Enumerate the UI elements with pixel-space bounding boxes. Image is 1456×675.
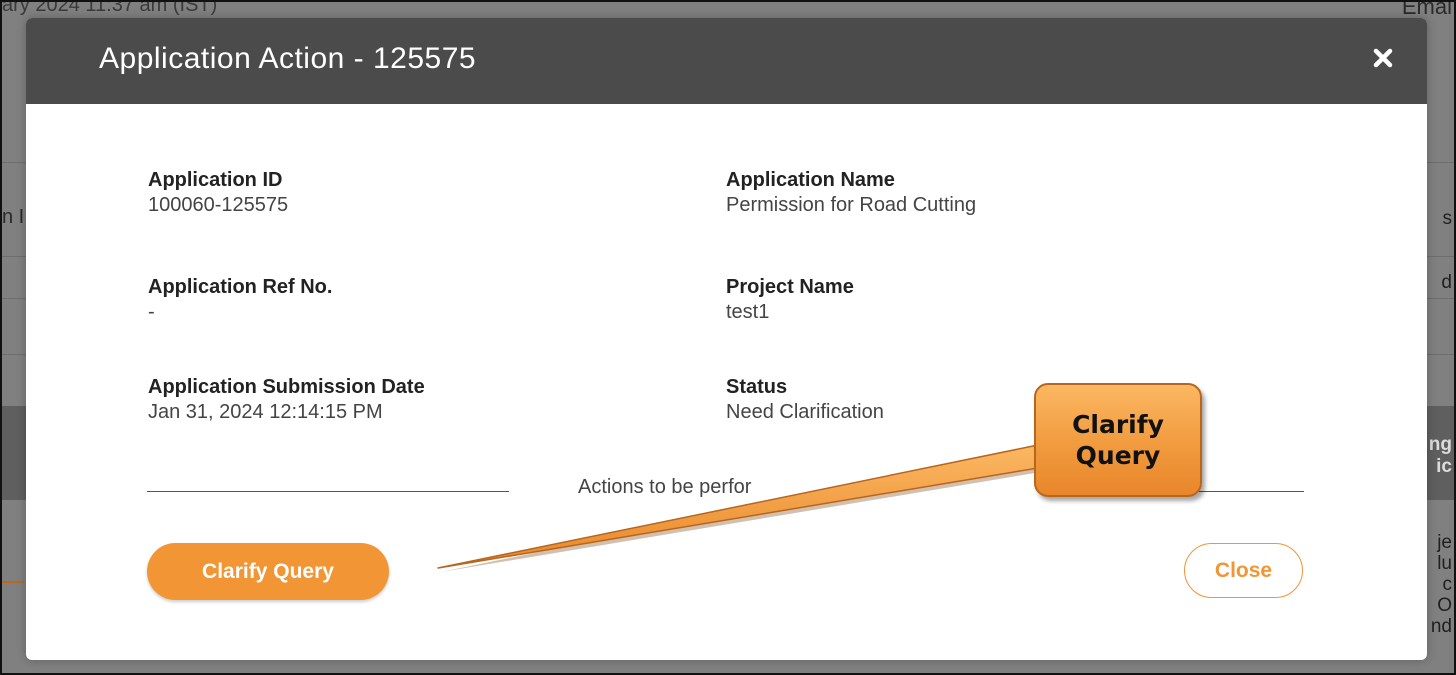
background-right-fragment: c [1442,574,1453,595]
background-email-fragment: Emai [1401,0,1452,19]
application-action-modal: Application Action - 125575 Application … [26,18,1427,660]
status-field: Status Need Clarification [726,375,884,425]
application-ref-field: Application Ref No. - [148,275,332,325]
application-id-label: Application ID [148,169,283,191]
submission-date-label: Application Submission Date [148,376,425,398]
application-ref-label: Application Ref No. [148,276,333,298]
background-timestamp-fragment: ary 2024 11:37 am (IST) [2,0,218,16]
background-right-fragment: O [1437,595,1452,616]
actions-caption: Actions to be perfor [578,476,752,498]
close-button[interactable]: Close [1184,543,1303,598]
submission-date-value: Jan 31, 2024 12:14:15 PM [148,401,383,423]
background-right-fragment: lu [1437,553,1452,574]
application-name-value: Permission for Road Cutting [726,194,977,216]
clarify-query-callout: Clarify Query [1034,383,1202,497]
screenshot-frame: ary 2024 11:37 am (IST) Emai n I s d ng … [0,0,1456,675]
clarify-query-button[interactable]: Clarify Query [147,543,389,600]
background-orange-rule [2,581,24,583]
background-right-fragment: d [1441,272,1452,293]
status-value: Need Clarification [726,401,884,423]
project-name-value: test1 [726,301,770,323]
actions-divider-right [1198,491,1304,492]
application-id-value: 100060-125575 [148,194,289,216]
background-right-fragment: nd [1430,616,1452,637]
project-name-label: Project Name [726,276,854,298]
callout-text: Clarify Query [1072,410,1164,470]
application-name-label: Application Name [726,169,895,191]
application-ref-value: - [148,301,155,323]
application-id-field: Application ID 100060-125575 [148,168,288,218]
actions-divider-left [147,491,509,492]
modal-title: Application Action - 125575 [99,42,477,75]
status-label: Status [726,376,788,398]
background-right-fragment: je [1437,532,1452,553]
project-name-field: Project Name test1 [726,275,854,325]
background-right-fragment: ic [1436,456,1452,477]
modal-header: Application Action - 125575 [26,18,1427,104]
background-right-fragment: ng [1428,434,1452,455]
application-name-field: Application Name Permission for Road Cut… [726,168,976,218]
submission-date-field: Application Submission Date Jan 31, 2024… [148,375,425,425]
background-right-fragment: s [1442,208,1453,229]
close-x-icon[interactable] [1369,44,1397,72]
background-left-fragment: n I [2,206,25,228]
